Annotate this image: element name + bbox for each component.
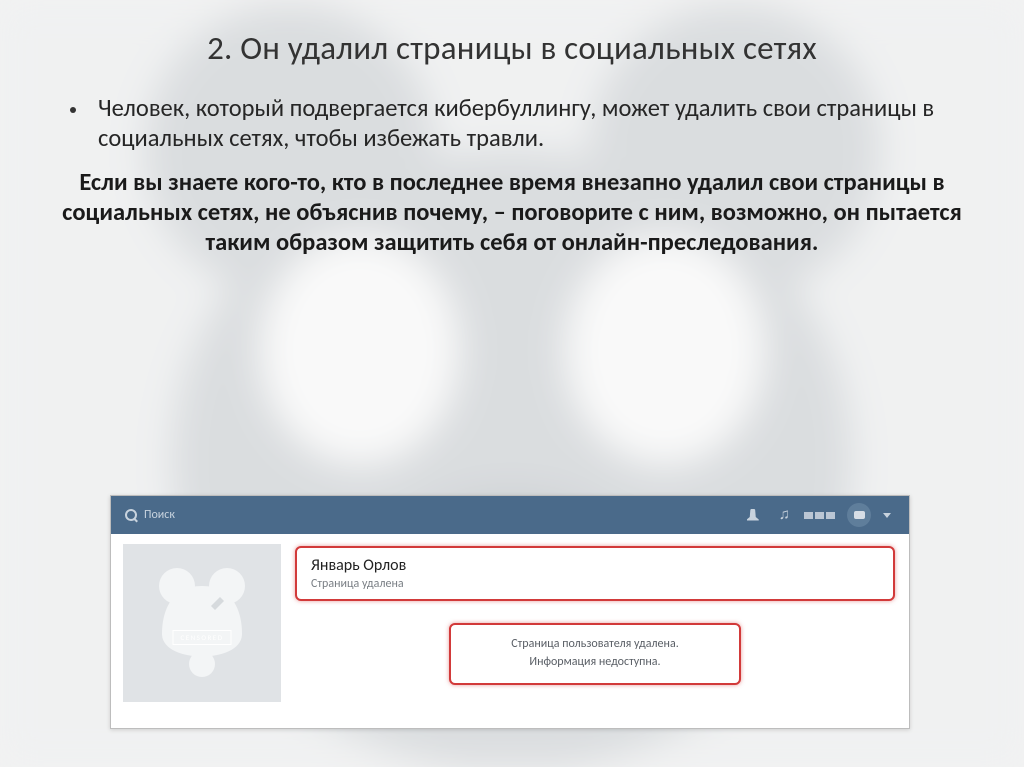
search-icon (125, 509, 137, 521)
bullet-item: Человек, который подвергается кибербулли… (70, 94, 970, 154)
vk-screenshot: Поиск ♫ (110, 495, 910, 729)
slide-title: 2. Он удалил страницы в социальных сетях (42, 28, 982, 68)
censored-badge: CENSORED (172, 630, 231, 645)
camera-button[interactable] (847, 503, 871, 527)
deleted-line-2: Информация недоступна. (511, 653, 678, 671)
paragraph-1: Человек, который подвергается кибербулли… (98, 94, 970, 154)
paragraph-2: Если вы знаете кого-то, кто в последнее … (62, 168, 962, 258)
chevron-down-icon[interactable] (883, 513, 891, 518)
deleted-info-box: Страница пользователя удалена. Информаци… (449, 623, 740, 685)
bullet-dot-icon (70, 107, 76, 113)
avatar: CENSORED (123, 544, 281, 702)
search-input[interactable]: Поиск (125, 508, 175, 522)
mini-thumbs (804, 512, 835, 519)
search-placeholder: Поиск (144, 508, 175, 522)
profile-name-box: Январь Орлов Страница удалена (295, 546, 895, 601)
music-icon[interactable]: ♫ (779, 508, 790, 523)
vk-topbar: Поиск ♫ (111, 496, 909, 534)
profile-name: Январь Орлов (311, 556, 879, 575)
bell-icon[interactable] (747, 509, 759, 522)
profile-status: Страница удалена (311, 577, 879, 591)
deleted-line-1: Страница пользователя удалена. (511, 635, 678, 653)
